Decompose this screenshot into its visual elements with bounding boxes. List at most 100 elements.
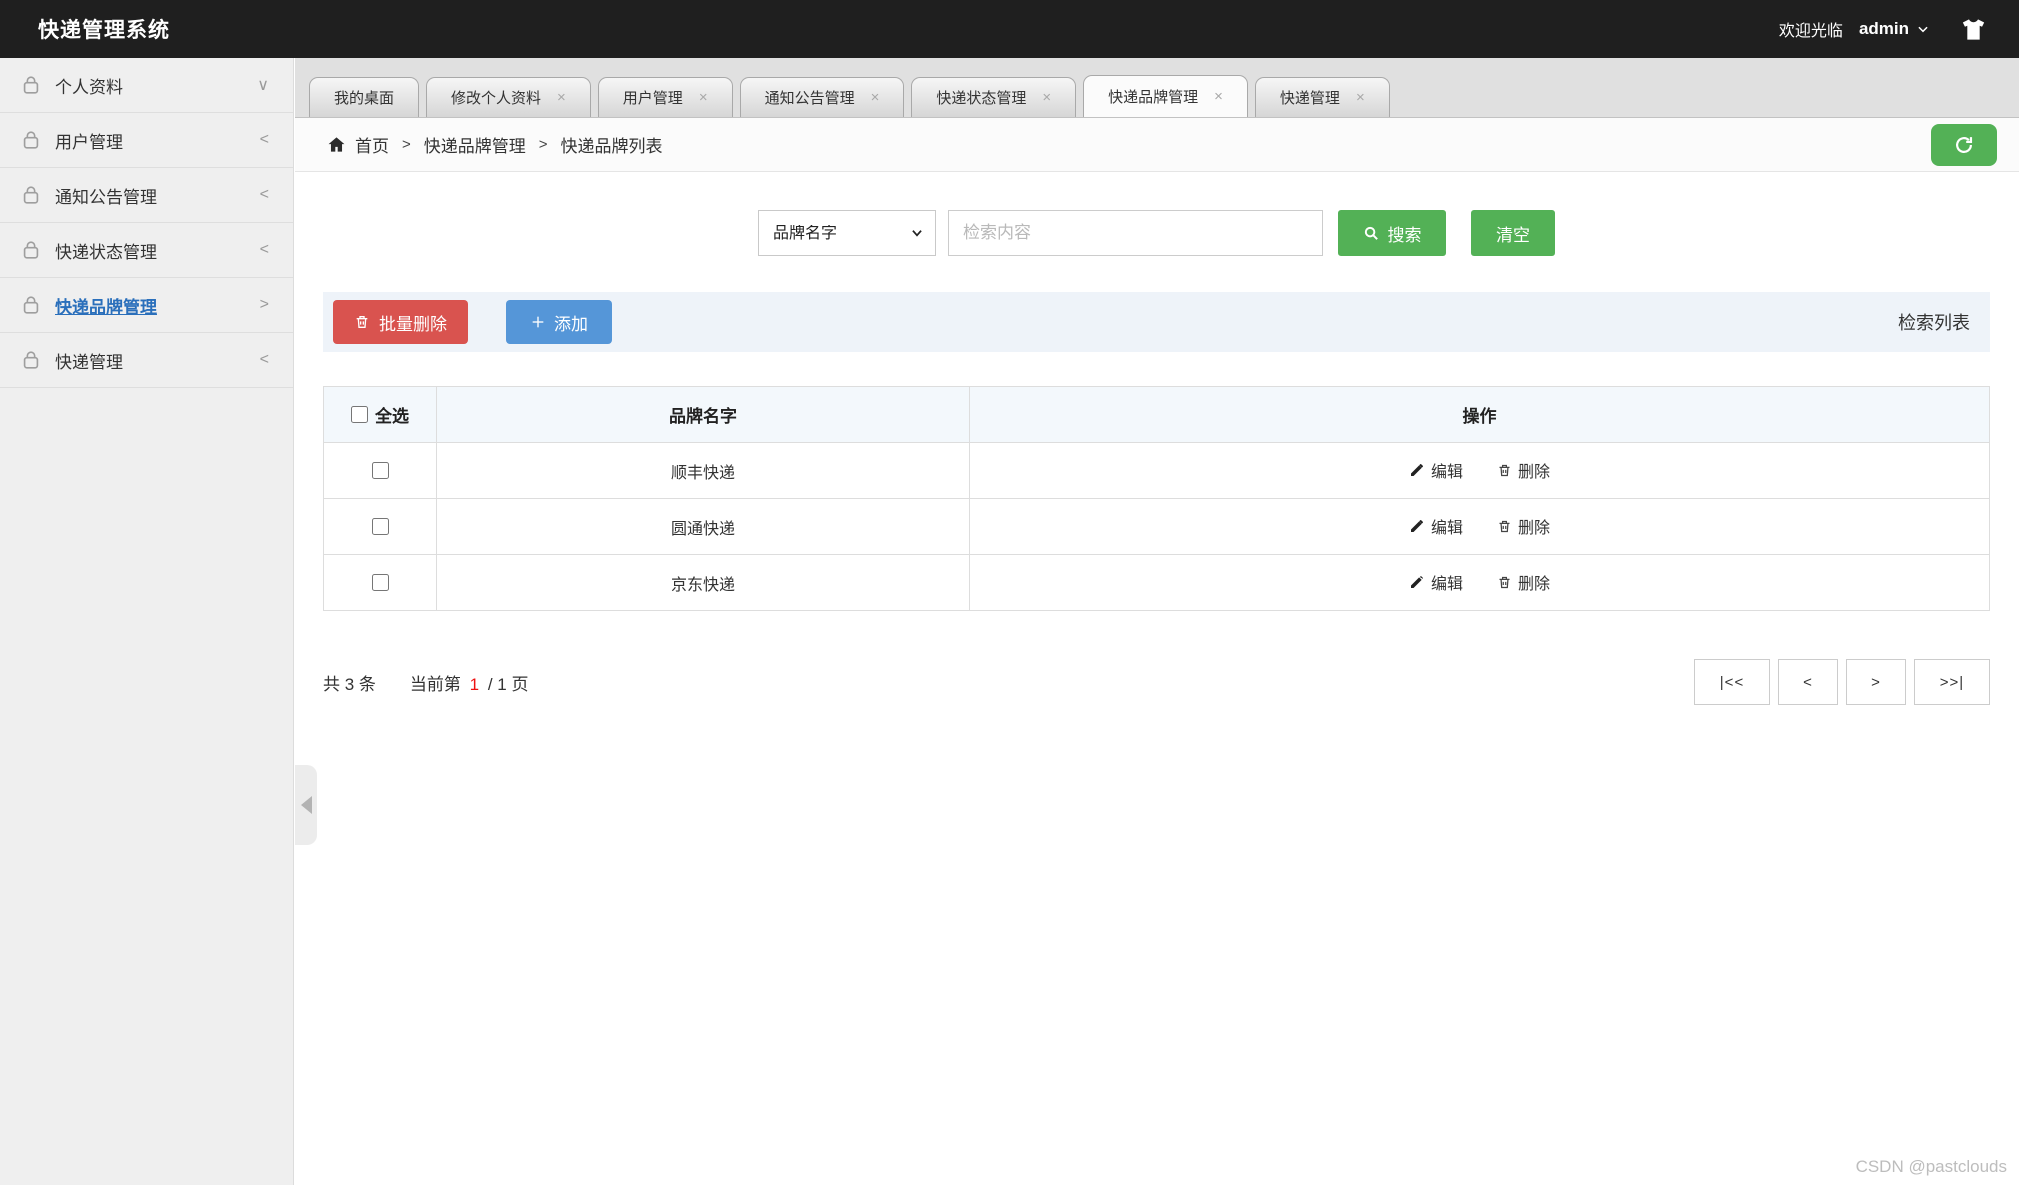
breadcrumb-current: 快递品牌列表: [560, 137, 663, 156]
chevron-icon: <: [259, 186, 269, 203]
current-page-prefix: 当前第: [409, 674, 461, 694]
delete-action[interactable]: 删除: [1497, 514, 1550, 538]
table-row: 圆通快递 编辑 删除: [323, 498, 1990, 555]
list-title: 检索列表: [1898, 313, 1970, 333]
delete-label: 删除: [1518, 464, 1551, 481]
batch-delete-label: 批量删除: [379, 314, 447, 334]
row-checkbox[interactable]: [371, 461, 389, 479]
bag-icon: [20, 184, 42, 206]
sidebar-item-label: 快递状态管理: [55, 242, 157, 262]
close-icon[interactable]: ×: [871, 90, 880, 105]
close-icon[interactable]: ×: [1214, 89, 1223, 104]
close-icon[interactable]: ×: [1356, 90, 1365, 105]
toolbar: 批量删除 添加 检索列表: [323, 292, 1990, 352]
pencil-icon: [1410, 576, 1423, 588]
bag-icon: [20, 74, 42, 96]
prev-page-button[interactable]: <: [1778, 659, 1838, 705]
actions-column-header: 操作: [969, 386, 1990, 443]
breadcrumb: 首页 > 快递品牌管理 > 快递品牌列表: [295, 118, 2019, 172]
next-page-button[interactable]: >: [1846, 659, 1906, 705]
search-icon: [1364, 226, 1378, 240]
tab-label: 快递品牌管理: [1108, 89, 1199, 106]
bag-icon: [20, 129, 42, 151]
tab-label: 修改个人资料: [451, 90, 542, 107]
sidebar-item-express-brand[interactable]: 快递品牌管理 >: [0, 278, 293, 333]
pager-buttons: |<< < > >>|: [1694, 659, 1990, 705]
welcome-text: 欢迎光临: [1778, 23, 1843, 40]
search-input[interactable]: [948, 210, 1323, 256]
clear-button[interactable]: 清空: [1471, 210, 1555, 256]
search-field-select[interactable]: 品牌名字: [758, 210, 936, 256]
edit-action[interactable]: 编辑: [1409, 514, 1463, 538]
triangle-left-icon: [300, 796, 312, 814]
sidebar-item-label: 快递管理: [55, 352, 123, 372]
tab-express-brand[interactable]: 快递品牌管理 ×: [1083, 75, 1248, 117]
search-button[interactable]: 搜索: [1338, 210, 1446, 256]
tab-user-management[interactable]: 用户管理 ×: [597, 77, 733, 117]
total-count-text: 共 3 条: [323, 674, 376, 694]
edit-action[interactable]: 编辑: [1409, 570, 1463, 594]
trash-icon: [1499, 464, 1510, 476]
sidebar-item-profile[interactable]: 个人资料 ∨: [0, 58, 293, 113]
search-row: 品牌名字 搜索 清空: [323, 210, 1990, 256]
content: 品牌名字 搜索 清空 批量删除 添加: [295, 210, 2019, 705]
row-checkbox[interactable]: [371, 517, 389, 535]
select-all-label: 全选: [375, 406, 409, 426]
sidebar-item-label: 通知公告管理: [55, 187, 157, 207]
watermark-text: CSDN @pastclouds: [1855, 1157, 2007, 1176]
home-icon: [327, 135, 346, 154]
delete-label: 删除: [1518, 576, 1551, 593]
brand-table: 全选 品牌名字 操作 顺丰快递 编辑 删除 圆通快递 编辑 删除 京东快递 编辑…: [323, 386, 1990, 611]
select-all-header: 全选: [323, 386, 437, 443]
close-icon[interactable]: ×: [699, 90, 708, 105]
chevron-icon: >: [259, 296, 269, 313]
user-area: 欢迎光临 admin: [1779, 16, 1987, 43]
last-page-button[interactable]: >>|: [1914, 659, 1990, 705]
delete-action[interactable]: 删除: [1497, 570, 1550, 594]
clear-button-label: 清空: [1496, 225, 1530, 245]
edit-label: 编辑: [1430, 576, 1463, 593]
sidebar-collapse-handle[interactable]: [295, 765, 317, 845]
edit-label: 编辑: [1430, 464, 1463, 481]
sidebar-item-notices[interactable]: 通知公告管理 <: [0, 168, 293, 223]
tab-my-desktop[interactable]: 我的桌面: [309, 77, 420, 117]
batch-delete-button[interactable]: 批量删除: [333, 300, 468, 344]
brand-name-cell: 顺丰快递: [436, 442, 970, 499]
row-checkbox[interactable]: [371, 573, 389, 591]
trash-icon: [1499, 520, 1510, 532]
user-menu[interactable]: admin: [1859, 19, 1930, 39]
tab-express-status[interactable]: 快递状态管理 ×: [911, 77, 1077, 117]
sidebar-item-users[interactable]: 用户管理 <: [0, 113, 293, 168]
edit-action[interactable]: 编辑: [1409, 458, 1463, 482]
select-all-checkbox[interactable]: [351, 405, 368, 423]
first-page-button[interactable]: |<<: [1694, 659, 1770, 705]
main-area: 我的桌面 修改个人资料 × 用户管理 × 通知公告管理 × 快递状态管理 × 快…: [295, 58, 2019, 1185]
tshirt-icon[interactable]: [1960, 16, 1987, 43]
sidebar-item-express-status[interactable]: 快递状态管理 <: [0, 223, 293, 278]
sidebar-item-express[interactable]: 快递管理 <: [0, 333, 293, 388]
close-icon[interactable]: ×: [1042, 90, 1051, 105]
sidebar: 个人资料 ∨ 用户管理 < 通知公告管理 < 快递状态管理 < 快递品牌管理 >…: [0, 58, 294, 1185]
refresh-button[interactable]: [1931, 123, 1997, 166]
edit-label: 编辑: [1430, 520, 1463, 537]
current-page-number: 1: [469, 674, 480, 694]
chevron-icon: ∨: [257, 77, 269, 94]
sidebar-item-label: 个人资料: [55, 77, 123, 97]
add-button[interactable]: 添加: [506, 300, 612, 344]
tab-edit-profile[interactable]: 修改个人资料 ×: [426, 77, 591, 117]
breadcrumb-section[interactable]: 快递品牌管理: [424, 132, 526, 157]
app-title: 快递管理系统: [38, 19, 170, 42]
tab-notice-management[interactable]: 通知公告管理 ×: [739, 77, 905, 117]
tab-express-management[interactable]: 快递管理 ×: [1254, 77, 1390, 117]
app-header: 快递管理系统 欢迎光临 admin: [0, 0, 2019, 58]
close-icon[interactable]: ×: [557, 90, 566, 105]
username-text: admin: [1858, 19, 1909, 38]
tab-label: 我的桌面: [334, 90, 395, 107]
bag-icon: [20, 239, 42, 261]
delete-action[interactable]: 删除: [1497, 458, 1550, 482]
chevron-icon: <: [259, 131, 269, 148]
breadcrumb-home[interactable]: 首页: [355, 132, 389, 157]
pagination: 共 3 条 当前第 1 / 1 页 |<< < > >>|: [323, 659, 1990, 705]
chevron-icon: <: [259, 351, 269, 368]
breadcrumb-separator: >: [538, 136, 548, 153]
